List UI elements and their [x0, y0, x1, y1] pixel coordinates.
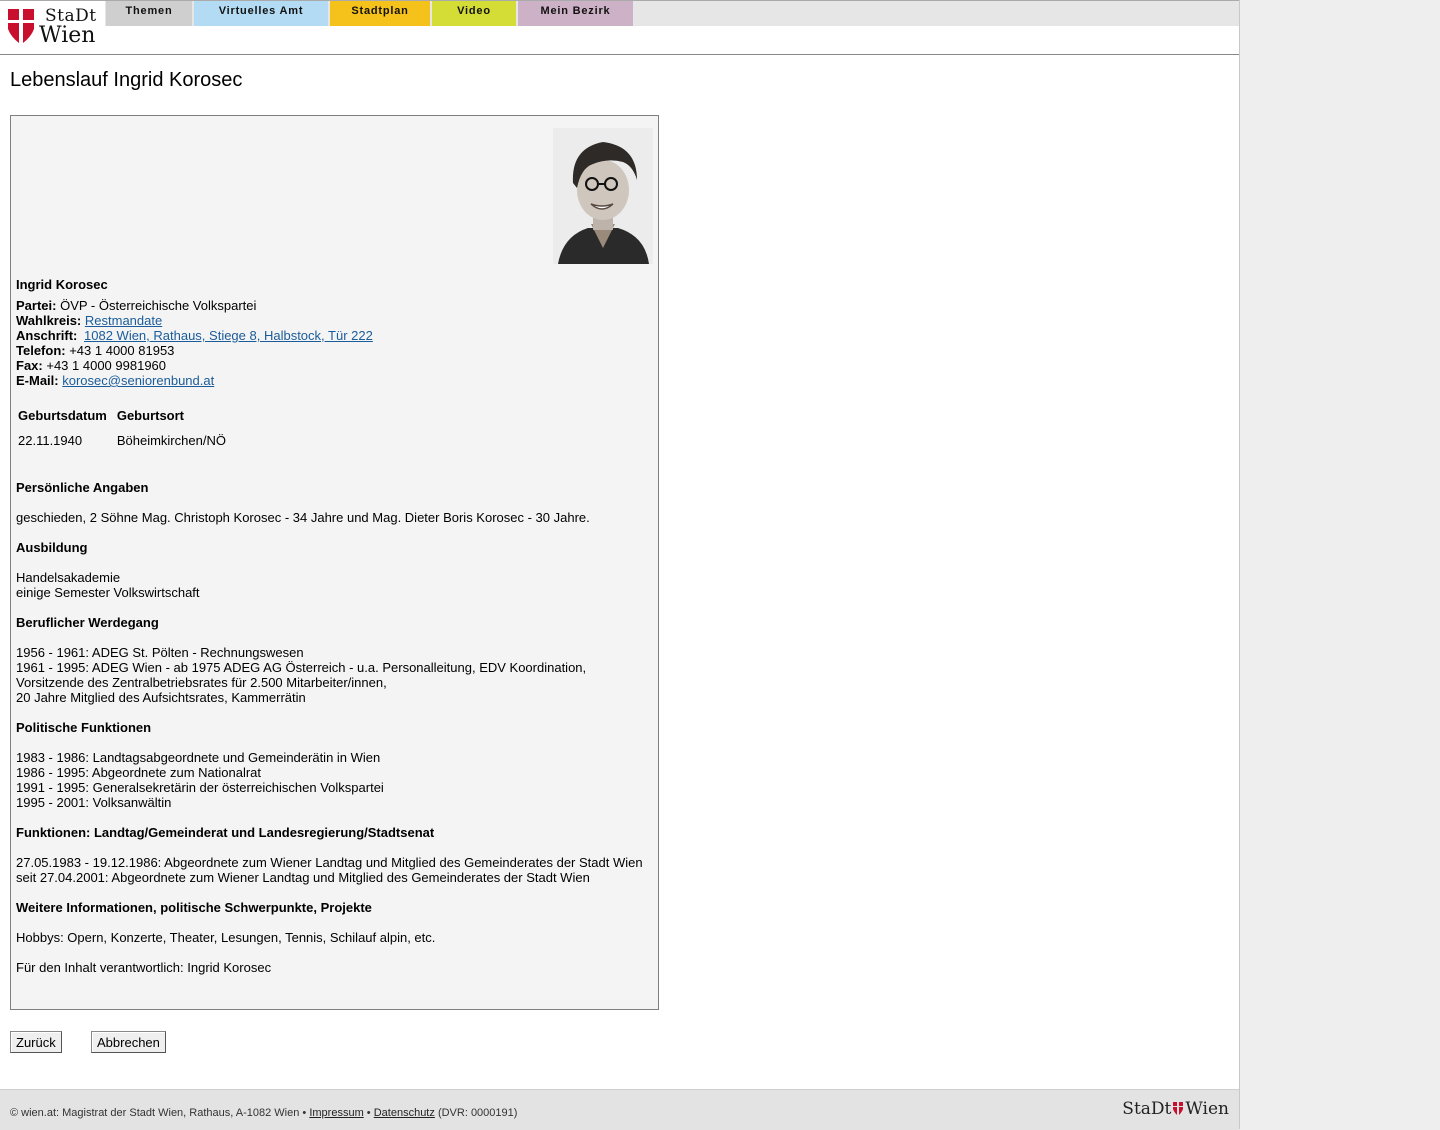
logo-wien-text: Wien	[39, 23, 96, 48]
cv-card: Ingrid Korosec Partei: ÖVP - Österreichi…	[10, 115, 659, 1010]
page: StaDt Wien Themen Virtuelles Amt Stadtpl…	[0, 0, 1240, 1130]
section-personal: Persönliche Angaben geschieden, 2 Söhne …	[16, 480, 652, 525]
telefon-label: Telefon:	[16, 343, 66, 358]
section-line: 20 Jahre Mitglied des Aufsichtsrates, Ka…	[16, 690, 306, 705]
fax-label: Fax:	[16, 358, 43, 373]
partei-label: Partei:	[16, 298, 57, 313]
footer: © wien.at: Magistrat der Stadt Wien, Rat…	[0, 1089, 1239, 1130]
section-line: 1961 - 1995: ADEG Wien - ab 1975 ADEG AG…	[16, 660, 587, 675]
wien-flag-icon	[1173, 1102, 1184, 1115]
section-career: Beruflicher Werdegang 1956 - 1961: ADEG …	[16, 615, 652, 705]
section-line: seit 27.04.2001: Abgeordnete zum Wiener …	[16, 870, 590, 885]
section-heading: Politische Funktionen	[16, 720, 152, 735]
portrait-image	[553, 128, 653, 264]
person-name: Ingrid Korosec	[16, 277, 108, 292]
telefon-row: Telefon: +43 1 4000 81953	[16, 343, 373, 358]
wahlkreis-row: Wahlkreis: Restmandate	[16, 313, 373, 328]
birth-table-row: 22.11.1940 Böheimkirchen/NÖ	[18, 429, 234, 451]
anschrift-row: Anschrift: 1082 Wien, Rathaus, Stiege 8,…	[16, 328, 373, 343]
cv-sections: Persönliche Angaben geschieden, 2 Söhne …	[16, 480, 652, 975]
birth-place-cell: Böheimkirchen/NÖ	[116, 433, 226, 448]
page-title: Lebenslauf Ingrid Korosec	[10, 69, 243, 91]
nav-tab-stadtplan[interactable]: Stadtplan	[330, 1, 430, 26]
stadt-wien-logo[interactable]: StaDt Wien	[6, 5, 102, 49]
cancel-button[interactable]: Abbrechen	[91, 1031, 166, 1053]
birth-table-header: Geburtsdatum	[18, 408, 107, 423]
contact-block: Partei: ÖVP - Österreichische Volksparte…	[16, 298, 373, 388]
footer-impressum-link[interactable]: Impressum	[309, 1107, 363, 1119]
anschrift-link[interactable]: 1082 Wien, Rathaus, Stiege 8, Halbstock,…	[84, 328, 373, 343]
partei-value: ÖVP - Österreichische Volkspartei	[60, 298, 257, 313]
section-functions: Funktionen: Landtag/Gemeinderat und Land…	[16, 825, 652, 885]
header: StaDt Wien Themen Virtuelles Amt Stadtpl…	[0, 0, 1239, 55]
back-button[interactable]: Zurück	[10, 1031, 62, 1053]
footer-logo-stadt: StaDt	[1122, 1099, 1172, 1119]
email-link[interactable]: korosec@seniorenbund.at	[62, 373, 214, 388]
responsible-note: Für den Inhalt verantwortlich: Ingrid Ko…	[16, 960, 272, 975]
fax-value: +43 1 4000 9981960	[46, 358, 167, 373]
wahlkreis-link[interactable]: Restmandate	[85, 313, 162, 328]
anschrift-label: Anschrift:	[16, 328, 78, 343]
nav-tab-themen[interactable]: Themen	[106, 1, 192, 26]
section-line: 1956 - 1961: ADEG St. Pölten - Rechnungs…	[16, 645, 304, 660]
footer-logo[interactable]: StaDt Wien	[1122, 1099, 1229, 1119]
section-line: Handelsakademie	[16, 570, 121, 585]
nav-tab-video[interactable]: Video	[432, 1, 516, 26]
section-line: 1995 - 2001: Volksanwältin	[16, 795, 172, 810]
footer-text: © wien.at: Magistrat der Stadt Wien, Rat…	[10, 1107, 517, 1119]
footer-separator: •	[366, 1107, 371, 1119]
section-line: 27.05.1983 - 19.12.1986: Abgeordnete zum…	[16, 855, 643, 870]
section-line: 1986 - 1995: Abgeordnete zum Nationalrat	[16, 765, 262, 780]
section-political: Politische Funktionen 1983 - 1986: Landt…	[16, 720, 652, 810]
email-row: E-Mail: korosec@seniorenbund.at	[16, 373, 373, 388]
section-education: Ausbildung Handelsakademie einige Semest…	[16, 540, 652, 600]
section-heading: Persönliche Angaben	[16, 480, 149, 495]
section-heading: Beruflicher Werdegang	[16, 615, 159, 630]
section-heading: Weitere Informationen, politische Schwer…	[16, 900, 372, 915]
section-line: 1983 - 1986: Landtagsabgeordnete und Gem…	[16, 750, 381, 765]
wien-flag-icon	[8, 9, 34, 43]
section-heading: Funktionen: Landtag/Gemeinderat und Land…	[16, 825, 435, 840]
birth-table: Geburtsdatum Geburtsort 22.11.1940 Böhei…	[16, 403, 236, 453]
section-further-info: Weitere Informationen, politische Schwer…	[16, 900, 652, 945]
portrait-photo	[553, 128, 653, 264]
section-line: einige Semester Volkswirtschaft	[16, 585, 200, 600]
nav-tab-virtuelles-amt[interactable]: Virtuelles Amt	[194, 1, 328, 26]
footer-logo-wien: Wien	[1185, 1099, 1229, 1119]
section-line: 1991 - 1995: Generalsekretärin der öster…	[16, 780, 384, 795]
wahlkreis-label: Wahlkreis:	[16, 313, 82, 328]
fax-row: Fax: +43 1 4000 9981960	[16, 358, 373, 373]
nav-tab-mein-bezirk[interactable]: Mein Bezirk	[518, 1, 633, 26]
section-line: geschieden, 2 Söhne Mag. Christoph Koros…	[16, 510, 590, 525]
footer-datenschutz-link[interactable]: Datenschutz	[374, 1107, 435, 1119]
footer-dvr: (DVR: 0000191)	[437, 1107, 518, 1119]
section-heading: Ausbildung	[16, 540, 88, 555]
footer-copyright: © wien.at: Magistrat der Stadt Wien, Rat…	[10, 1107, 307, 1119]
birth-date-cell: 22.11.1940	[18, 433, 83, 448]
partei-row: Partei: ÖVP - Österreichische Volksparte…	[16, 298, 373, 313]
section-line: Vorsitzende des Zentralbetriebsrates für…	[16, 675, 387, 690]
section-line: Hobbys: Opern, Konzerte, Theater, Lesung…	[16, 930, 436, 945]
telefon-value: +43 1 4000 81953	[69, 343, 175, 358]
birth-table-header-row: Geburtsdatum Geburtsort	[18, 405, 234, 427]
email-label: E-Mail:	[16, 373, 59, 388]
birth-table-header: Geburtsort	[116, 408, 185, 423]
